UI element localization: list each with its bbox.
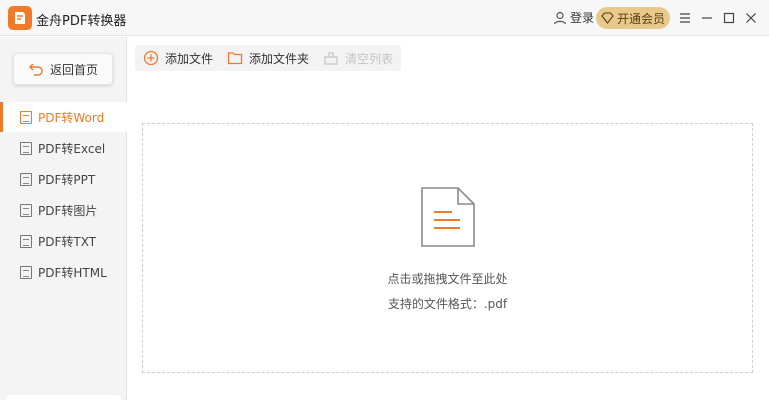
login-label: 登录 bbox=[570, 11, 595, 25]
close-icon bbox=[746, 13, 756, 23]
clear-icon bbox=[324, 52, 338, 65]
sidebar-item-pdf-to-html[interactable]: PDF转HTML bbox=[0, 257, 127, 287]
login-button[interactable]: 登录 bbox=[553, 9, 594, 26]
supported-formats-text: 支持的文件格式：.pdf bbox=[387, 297, 508, 311]
title-bar: 金舟PDF转换器 登录 开通会员 bbox=[0, 0, 769, 36]
close-button[interactable] bbox=[741, 8, 761, 28]
sidebar-item-pdf-to-ppt[interactable]: PDF转PPT bbox=[0, 164, 127, 194]
add-file-button[interactable]: 添加文件 bbox=[135, 45, 222, 71]
ppt-file-icon bbox=[20, 172, 32, 186]
clear-list-button[interactable]: 清空列表 bbox=[315, 45, 402, 71]
sidebar-item-pdf-to-excel[interactable]: PDF转Excel bbox=[0, 133, 127, 163]
sidebar-item-pdf-to-txt[interactable]: PDF转TXT bbox=[0, 226, 127, 256]
sidebar-item-label: PDF转PPT bbox=[38, 172, 96, 187]
word-file-icon bbox=[20, 110, 32, 124]
vip-button[interactable]: 开通会员 bbox=[596, 7, 670, 29]
back-home-label: 返回首页 bbox=[49, 62, 98, 77]
sidebar-item-label: PDF转TXT bbox=[38, 234, 97, 249]
drop-hint-text: 点击或拖拽文件至此处 bbox=[387, 272, 508, 286]
sidebar-item-label: PDF转Word bbox=[38, 110, 105, 125]
app-logo-icon bbox=[8, 6, 32, 30]
html-file-icon bbox=[20, 265, 32, 279]
excel-file-icon bbox=[20, 141, 32, 155]
maximize-icon bbox=[723, 12, 735, 24]
app-title: 金舟PDF转换器 bbox=[36, 14, 127, 29]
user-icon bbox=[553, 11, 567, 24]
menu-icon bbox=[680, 13, 690, 23]
sidebar: 返回首页 PDF转Word PDF转Excel PDF转PPT PDF转图片 P… bbox=[0, 37, 127, 400]
back-arrow-icon bbox=[28, 63, 43, 76]
add-file-label: 添加文件 bbox=[165, 51, 214, 66]
document-icon bbox=[421, 187, 475, 247]
sidebar-item-label: PDF转图片 bbox=[38, 203, 98, 218]
back-home-button[interactable]: 返回首页 bbox=[13, 53, 113, 85]
vip-label: 开通会员 bbox=[616, 11, 665, 26]
folder-icon bbox=[227, 52, 243, 65]
file-drop-zone[interactable] bbox=[142, 123, 753, 373]
menu-button[interactable] bbox=[675, 8, 695, 28]
image-file-icon bbox=[20, 203, 32, 217]
diamond-icon bbox=[601, 12, 614, 24]
txt-file-icon bbox=[20, 234, 32, 248]
minimize-icon bbox=[702, 17, 712, 19]
sidebar-bottom-strip bbox=[6, 395, 121, 400]
clear-list-label: 清空列表 bbox=[345, 51, 394, 66]
maximize-button[interactable] bbox=[719, 8, 739, 28]
add-circle-icon bbox=[143, 50, 159, 66]
sidebar-item-pdf-to-image[interactable]: PDF转图片 bbox=[0, 195, 127, 225]
sidebar-item-pdf-to-word[interactable]: PDF转Word bbox=[0, 102, 127, 132]
sidebar-item-label: PDF转HTML bbox=[38, 265, 107, 280]
minimize-button[interactable] bbox=[697, 8, 717, 28]
add-folder-button[interactable]: 添加文件夹 bbox=[219, 45, 318, 71]
sidebar-item-label: PDF转Excel bbox=[38, 141, 106, 156]
add-folder-label: 添加文件夹 bbox=[249, 51, 310, 66]
